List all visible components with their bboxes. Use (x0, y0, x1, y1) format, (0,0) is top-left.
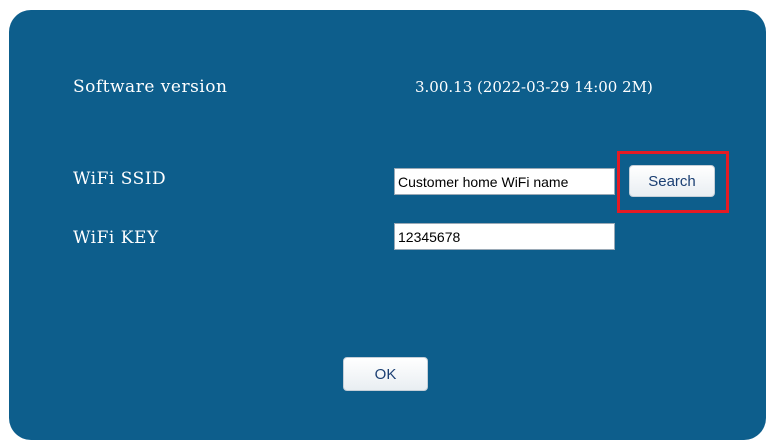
wifi-key-label: WiFi KEY (73, 228, 159, 248)
software-version-value: 3.00.13 (2022-03-29 14:00 2M) (415, 78, 653, 96)
wifi-key-input[interactable] (394, 223, 615, 250)
wifi-ssid-label: WiFi SSID (73, 169, 167, 189)
software-version-label: Software version (73, 77, 228, 97)
ok-button[interactable]: OK (343, 357, 428, 391)
search-button-highlight (617, 151, 729, 213)
wifi-ssid-input[interactable] (394, 168, 615, 195)
